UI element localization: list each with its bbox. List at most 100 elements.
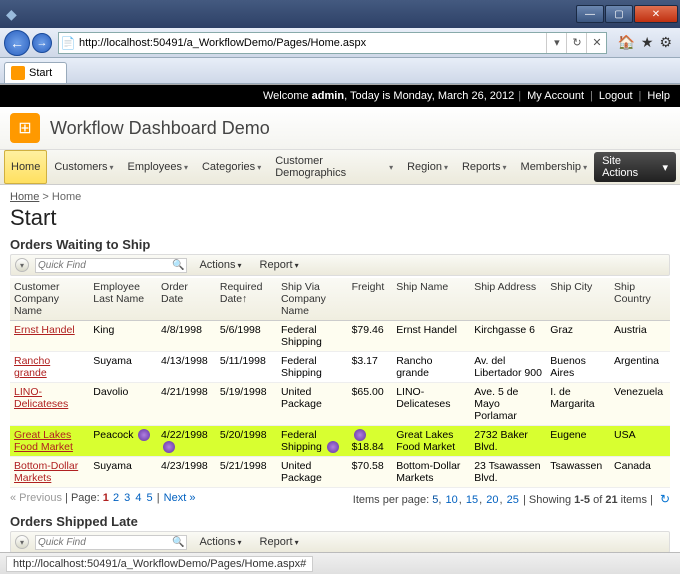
favorites-icon[interactable]: ★	[641, 34, 654, 51]
grid2-quick-find[interactable]: 🔍	[35, 535, 187, 550]
breadcrumb-root[interactable]: Home	[10, 191, 39, 203]
app-header: ⊞ Workflow Dashboard Demo	[0, 107, 680, 150]
row-link[interactable]: Rancho grande	[14, 355, 50, 379]
url-input[interactable]	[77, 35, 546, 51]
ipp-option[interactable]: 15	[466, 494, 478, 506]
ipp-option[interactable]: 20	[486, 494, 498, 506]
grid1-next[interactable]: Next »	[164, 492, 196, 504]
late-icon	[163, 441, 175, 453]
grid1-report-button[interactable]: Report▾	[254, 257, 305, 273]
row-link[interactable]: Ernst Handel	[14, 324, 75, 336]
menu-employees[interactable]: Employees▾	[121, 150, 195, 184]
app-logo-icon: ⊞	[10, 113, 40, 143]
welcome-text: Welcome admin, Today is Monday, March 26…	[263, 90, 514, 102]
grid1-toolbar: ▾ 🔍 Actions▾ Report▾	[10, 254, 670, 276]
search-icon[interactable]: 🔍	[172, 260, 184, 271]
page-link[interactable]: 3	[124, 492, 130, 504]
column-header[interactable]: Freight	[348, 278, 393, 321]
grid1-pager: « Previous | Page: 1 2 3 4 5 | Next » It…	[10, 488, 670, 510]
grid1-quick-find[interactable]: 🔍	[35, 258, 187, 273]
main-menu: HomeCustomers▾Employees▾Categories▾Custo…	[0, 150, 680, 185]
row-link[interactable]: LINO-Delicateses	[14, 386, 68, 410]
column-header[interactable]: Required Date↑	[216, 278, 277, 321]
browser-tab[interactable]: Start	[4, 62, 67, 83]
app-title: Workflow Dashboard Demo	[50, 118, 270, 139]
welcome-bar: Welcome admin, Today is Monday, March 26…	[0, 85, 680, 107]
grid1-quick-find-input[interactable]	[38, 260, 172, 271]
page-link[interactable]: 4	[135, 492, 141, 504]
grid2-report-button[interactable]: Report▾	[254, 534, 305, 550]
grid1-table: Customer Company NameEmployee Last NameO…	[10, 278, 670, 488]
stop-button[interactable]: ✕	[586, 33, 606, 53]
my-account-link[interactable]: My Account	[527, 90, 584, 102]
help-link[interactable]: Help	[647, 90, 670, 102]
app-favicon: ◆	[6, 6, 22, 22]
table-row[interactable]: Great Lakes Food MarketPeacock 4/22/1998…	[10, 426, 670, 457]
grid2-options-icon[interactable]: ▾	[15, 535, 29, 549]
tab-title: Start	[29, 67, 52, 79]
page-icon: 📄	[59, 36, 77, 50]
ipp-option: 5	[432, 494, 438, 506]
home-icon[interactable]: 🏠	[617, 34, 634, 51]
reload-button[interactable]: ↻	[566, 33, 586, 53]
table-row[interactable]: Rancho grandeSuyama4/13/19985/11/1998Fed…	[10, 352, 670, 383]
section-title-late: Orders Shipped Late	[10, 514, 670, 529]
page-link[interactable]: 2	[113, 492, 119, 504]
table-row[interactable]: Ernst HandelKing4/8/19985/6/1998Federal …	[10, 321, 670, 352]
url-dropdown-icon[interactable]: ▾	[546, 33, 566, 53]
browser-status-bar: http://localhost:50491/a_WorkflowDemo/Pa…	[0, 552, 680, 574]
grid1-prev: « Previous	[10, 492, 62, 504]
menu-customer-demographics[interactable]: Customer Demographics▾	[268, 150, 400, 184]
window-minimize-button[interactable]: —	[576, 5, 604, 23]
search-icon[interactable]: 🔍	[172, 537, 184, 548]
tab-favicon	[11, 66, 25, 80]
menu-reports[interactable]: Reports▾	[455, 150, 514, 184]
grid1-options-icon[interactable]: ▾	[15, 258, 29, 272]
grid2-quick-find-input[interactable]	[38, 537, 172, 548]
grid2-actions-button[interactable]: Actions▾	[193, 534, 247, 550]
section-title-waiting: Orders Waiting to Ship	[10, 237, 670, 252]
column-header[interactable]: Ship Name	[392, 278, 470, 321]
logout-link[interactable]: Logout	[599, 90, 633, 102]
browser-tabstrip: Start	[0, 58, 680, 84]
column-header[interactable]: Ship City	[546, 278, 610, 321]
menu-home[interactable]: Home	[4, 150, 47, 184]
nav-back-button[interactable]: ←	[4, 30, 30, 56]
browser-window: ◆ — ▢ ✕ ← → 📄 ▾ ↻ ✕ 🏠 ★ ⚙ Start Welcome	[0, 0, 680, 574]
column-header[interactable]: Ship Address	[470, 278, 546, 321]
menu-region[interactable]: Region▾	[400, 150, 455, 184]
column-header[interactable]: Ship Country	[610, 278, 670, 321]
late-icon	[354, 429, 366, 441]
column-header[interactable]: Customer Company Name	[10, 278, 89, 321]
menu-categories[interactable]: Categories▾	[195, 150, 268, 184]
chevron-down-icon: ▾	[662, 161, 668, 174]
column-header[interactable]: Ship Via Company Name	[277, 278, 348, 321]
row-link[interactable]: Great Lakes Food Market	[14, 429, 73, 453]
grid1-actions-button[interactable]: Actions▾	[193, 257, 247, 273]
menu-membership[interactable]: Membership▾	[514, 150, 595, 184]
page-link[interactable]: 5	[147, 492, 153, 504]
grid2-toolbar: ▾ 🔍 Actions▾ Report▾	[10, 531, 670, 552]
late-icon	[327, 441, 339, 453]
row-link[interactable]: Bottom-Dollar Markets	[14, 460, 78, 484]
nav-forward-button[interactable]: →	[32, 33, 52, 53]
ipp-option[interactable]: 25	[507, 494, 519, 506]
menu-customers[interactable]: Customers▾	[47, 150, 120, 184]
site-actions-button[interactable]: Site Actions▾	[594, 152, 676, 182]
ipp-option[interactable]: 10	[446, 494, 458, 506]
window-titlebar: ◆ — ▢ ✕	[0, 0, 680, 28]
column-header[interactable]: Order Date	[157, 278, 216, 321]
address-bar[interactable]: 📄 ▾ ↻ ✕	[58, 32, 607, 54]
window-close-button[interactable]: ✕	[634, 5, 678, 23]
page-content: Welcome admin, Today is Monday, March 26…	[0, 84, 680, 552]
column-header[interactable]: Employee Last Name	[89, 278, 157, 321]
refresh-icon[interactable]: ↻	[660, 492, 670, 506]
status-text: http://localhost:50491/a_WorkflowDemo/Pa…	[6, 556, 313, 572]
window-maximize-button[interactable]: ▢	[605, 5, 633, 23]
late-icon	[138, 429, 150, 441]
table-row[interactable]: Bottom-Dollar MarketsSuyama4/23/19985/21…	[10, 457, 670, 488]
tools-icon[interactable]: ⚙	[659, 34, 672, 51]
browser-nav-bar: ← → 📄 ▾ ↻ ✕ 🏠 ★ ⚙	[0, 28, 680, 58]
breadcrumb: Home > Home	[10, 191, 670, 203]
table-row[interactable]: LINO-DelicatesesDavolio4/21/19985/19/199…	[10, 383, 670, 426]
